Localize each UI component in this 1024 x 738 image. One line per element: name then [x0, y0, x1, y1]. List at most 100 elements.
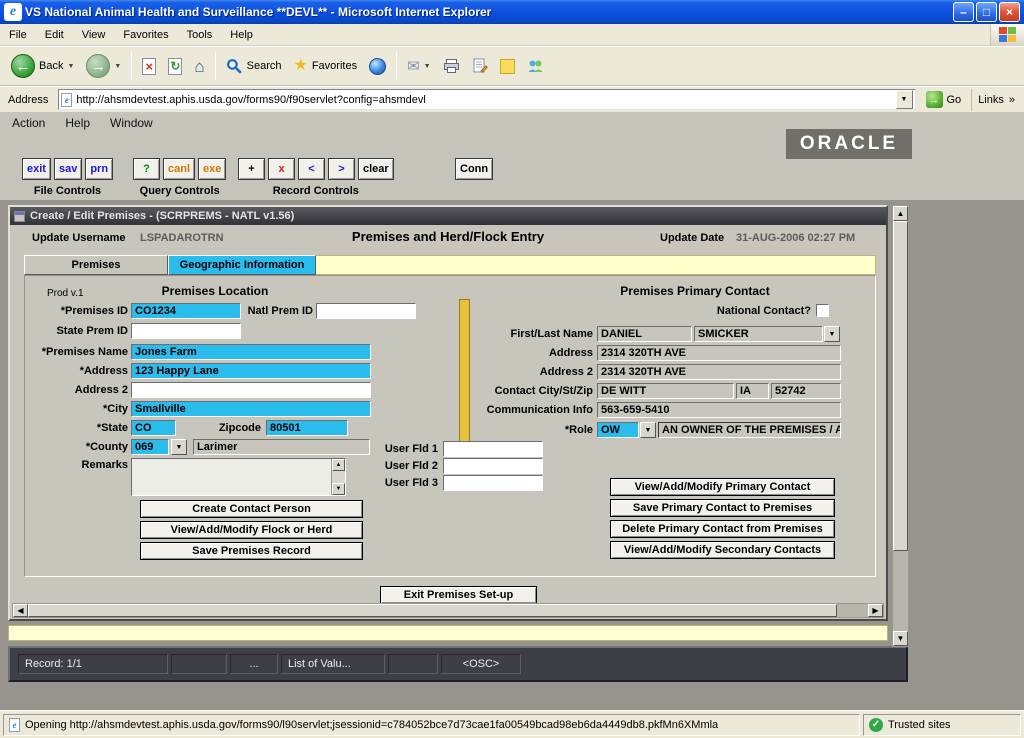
stop-button[interactable]: ×	[137, 56, 161, 77]
menu-view[interactable]: View	[73, 26, 115, 44]
go-button[interactable]: → Go	[921, 89, 967, 111]
delete-primary-contact-from-premises-button[interactable]: Delete Primary Contact from Premises	[610, 520, 835, 538]
vertical-scroll-track[interactable]	[893, 551, 908, 631]
contact-city-field[interactable]: DE WITT	[597, 383, 734, 399]
edit-button[interactable]	[467, 56, 493, 76]
record-add-button[interactable]: +	[238, 158, 265, 180]
tab-geographic-information[interactable]: Geographic Information	[168, 255, 316, 275]
last-name-field[interactable]: SMICKER	[694, 326, 823, 342]
save-button[interactable]: sav	[54, 158, 82, 180]
exit-button[interactable]: exit	[22, 158, 51, 180]
messenger-button[interactable]	[522, 56, 549, 76]
contact-zip-field[interactable]: 52742	[771, 383, 841, 399]
menu-file[interactable]: File	[0, 26, 36, 44]
forward-dropdown-icon[interactable]: ▼	[114, 63, 121, 70]
home-button[interactable]: ⌂	[189, 56, 209, 77]
close-button[interactable]: ×	[999, 2, 1020, 22]
maximize-button[interactable]: □	[976, 2, 997, 22]
contact-name-dropdown-icon[interactable]: ▼	[824, 326, 840, 342]
premises-address2-field[interactable]	[131, 382, 371, 398]
record-previous-button[interactable]: <	[298, 158, 325, 180]
address-dropdown-icon[interactable]: ▼	[896, 90, 913, 109]
query-enter-button[interactable]: ?	[133, 158, 160, 180]
menu-help[interactable]: Help	[221, 26, 262, 44]
contact-state-field[interactable]: IA	[736, 383, 769, 399]
query-cancel-button[interactable]: canl	[163, 158, 195, 180]
contact-address-field[interactable]: 2314 320TH AVE	[597, 345, 841, 361]
conn-button[interactable]: Conn	[455, 158, 493, 180]
role-dropdown-icon[interactable]: ▼	[640, 422, 656, 438]
update-date-label: Update Date	[660, 232, 724, 244]
horizontal-scroll-track[interactable]	[837, 604, 868, 617]
view-add-modify-flock-or-herd-button[interactable]: View/Add/Modify Flock or Herd	[140, 521, 363, 539]
scroll-up-icon[interactable]: ▲	[332, 459, 345, 471]
exit-premises-setup-button[interactable]: Exit Premises Set-up	[380, 586, 537, 604]
user-fld1-field[interactable]	[443, 441, 543, 457]
create-contact-person-button[interactable]: Create Contact Person	[140, 500, 363, 518]
menu-favorites[interactable]: Favorites	[114, 26, 177, 44]
premises-location-heading: Premises Location	[125, 284, 305, 298]
mail-button[interactable]: ✉ ▼	[402, 57, 436, 76]
menu-edit[interactable]: Edit	[36, 26, 73, 44]
remarks-scrollbar[interactable]: ▲ ▼	[331, 459, 345, 495]
premises-address-field[interactable]: 123 Happy Lane	[131, 363, 371, 379]
scroll-left-icon[interactable]: ◀	[13, 604, 28, 617]
record-next-button[interactable]: >	[328, 158, 355, 180]
state-field[interactable]: CO	[131, 420, 176, 436]
refresh-button[interactable]: ↻	[163, 56, 187, 77]
county-dropdown-icon[interactable]: ▼	[171, 439, 187, 455]
notes-button[interactable]	[495, 57, 520, 76]
horizontal-scroll-thumb[interactable]	[28, 604, 837, 617]
natl-prem-id-field[interactable]	[316, 303, 416, 319]
remarks-text[interactable]	[132, 459, 331, 495]
back-dropdown-icon[interactable]: ▼	[67, 63, 74, 70]
links-button[interactable]: Links »	[971, 89, 1021, 111]
scroll-right-icon[interactable]: ▶	[868, 604, 883, 617]
security-zone-panel[interactable]: ✓ Trusted sites	[863, 714, 1021, 736]
state-prem-id-field[interactable]	[131, 323, 241, 339]
role-field[interactable]: OW	[597, 422, 639, 438]
print-forms-button[interactable]: prn	[85, 158, 113, 180]
user-fld3-field[interactable]	[443, 475, 543, 491]
first-name-field[interactable]: DANIEL	[597, 326, 692, 342]
print-button[interactable]	[438, 56, 465, 76]
contact-address2-label: Address 2	[455, 366, 593, 378]
remarks-field[interactable]: ▲ ▼	[131, 458, 346, 496]
user-fld2-field[interactable]	[443, 458, 543, 474]
forms-menu-action[interactable]: Action	[12, 116, 45, 130]
vertical-scrollbar[interactable]: ▲ ▼	[892, 205, 909, 647]
view-add-modify-secondary-contacts-button[interactable]: View/Add/Modify Secondary Contacts	[610, 541, 835, 559]
zipcode-field[interactable]: 80501	[266, 420, 348, 436]
tab-premises[interactable]: Premises	[24, 255, 168, 275]
forward-button[interactable]: → ▼	[81, 52, 126, 80]
premises-name-field[interactable]: Jones Farm	[131, 344, 371, 360]
address-input[interactable]: e http://ahsmdevtest.aphis.usda.gov/form…	[58, 89, 915, 110]
county-field[interactable]: 069	[131, 439, 169, 455]
status-page-icon: e	[9, 718, 20, 732]
horizontal-scrollbar[interactable]: ◀ ▶	[12, 603, 884, 618]
premises-window-titlebar[interactable]: Create / Edit Premises - (SCRPREMS - NAT…	[10, 207, 886, 225]
vertical-scroll-thumb[interactable]	[893, 221, 908, 551]
media-button[interactable]	[364, 56, 391, 77]
record-clear-button[interactable]: clear	[358, 158, 394, 180]
mail-dropdown-icon[interactable]: ▼	[424, 63, 431, 70]
query-execute-button[interactable]: exe	[198, 158, 226, 180]
communication-info-field[interactable]: 563-659-5410	[597, 402, 841, 418]
forms-menu-help[interactable]: Help	[65, 116, 90, 130]
contact-address2-field[interactable]: 2314 320TH AVE	[597, 364, 841, 380]
view-add-modify-primary-contact-button[interactable]: View/Add/Modify Primary Contact	[610, 478, 835, 496]
scroll-down-icon[interactable]: ▼	[332, 483, 345, 495]
national-contact-checkbox[interactable]	[816, 304, 829, 317]
save-primary-contact-to-premises-button[interactable]: Save Primary Contact to Premises	[610, 499, 835, 517]
record-delete-button[interactable]: x	[268, 158, 295, 180]
scroll-down-icon[interactable]: ▼	[893, 631, 908, 646]
favorites-button[interactable]: ★ Favorites	[288, 56, 362, 76]
scroll-up-icon[interactable]: ▲	[893, 206, 908, 221]
search-button[interactable]: Search	[221, 56, 287, 77]
back-button[interactable]: ← Back ▼	[6, 52, 79, 80]
minimize-button[interactable]: –	[953, 2, 974, 22]
save-premises-record-button[interactable]: Save Premises Record	[140, 542, 363, 560]
forms-menu-window[interactable]: Window	[110, 116, 153, 130]
menu-tools[interactable]: Tools	[178, 26, 222, 44]
city-field[interactable]: Smallville	[131, 401, 371, 417]
